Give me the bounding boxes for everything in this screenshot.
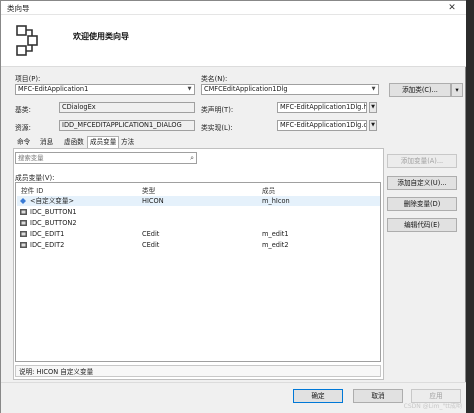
wizard-header: 欢迎使用类向导 xyxy=(1,15,467,67)
base-class-label: 基类: xyxy=(15,106,31,114)
edit-code-button[interactable]: 编辑代码(E) xyxy=(387,218,457,232)
base-class-field: CDialogEx xyxy=(59,102,195,113)
search-placeholder: 搜索变量 xyxy=(18,154,44,162)
chevron-down-icon: ▼ xyxy=(371,86,376,92)
tab-commands[interactable]: 命令 xyxy=(15,137,32,148)
row-control-id: IDC_EDIT2 xyxy=(30,241,65,249)
base-class-value: CDialogEx xyxy=(62,103,96,111)
add-variable-button[interactable]: 添加变量(A)... xyxy=(387,154,457,168)
dialog-footer: 确定 取消 应用 xyxy=(1,382,467,413)
class-name-combo[interactable]: CMFCEditApplication1Dlg ▼ xyxy=(201,84,379,95)
control-icon xyxy=(20,242,27,248)
description-text: 说明: HICON 自定义变量 xyxy=(19,368,94,376)
row-control-id: <自定义变量> xyxy=(30,197,75,205)
class-decl-label: 类声明(T): xyxy=(201,106,234,114)
control-icon xyxy=(20,220,27,226)
chevron-down-icon: ▼ xyxy=(187,86,192,92)
member-variables-list[interactable]: 控件 ID 类型 成员 <自定义变量> HICON m_hIcon IDC_BU… xyxy=(15,182,381,362)
class-impl-value: MFC-EditApplication1Dlg.c xyxy=(280,121,367,129)
row-member: m_edit2 xyxy=(262,241,289,249)
wizard-heading: 欢迎使用类向导 xyxy=(73,32,129,41)
class-impl-label: 类实现(L): xyxy=(201,124,233,132)
project-label: 项目(P): xyxy=(15,75,41,83)
row-control-id: IDC_BUTTON1 xyxy=(30,208,77,216)
class-decl-value: MFC-EditApplication1Dlg.h xyxy=(280,103,367,111)
tab-virtual-functions[interactable]: 虚函数 xyxy=(62,137,86,148)
project-combo[interactable]: MFC-EditApplication1 ▼ xyxy=(15,84,195,95)
class-decl-dropdown[interactable]: ▼ xyxy=(369,102,377,113)
column-header-type[interactable]: 类型 xyxy=(142,185,155,195)
class-name-label: 类名(N): xyxy=(201,75,228,83)
cancel-button[interactable]: 取消 xyxy=(353,389,403,403)
table-row[interactable]: IDC_EDIT1 CEdit m_edit1 xyxy=(17,229,380,239)
resource-field: IDD_MFCEDITAPPLICATION1_DIALOG xyxy=(59,120,195,131)
desktop-edge xyxy=(466,0,474,413)
row-member: m_hIcon xyxy=(262,197,290,205)
column-header-control-id[interactable]: 控件 ID xyxy=(21,185,43,195)
member-variables-label: 成员变量(V): xyxy=(15,174,55,182)
search-variables-input[interactable]: 搜索变量 ⌕ xyxy=(15,152,197,164)
tab-messages[interactable]: 消息 xyxy=(38,137,55,148)
class-wizard-window: 类向导 ✕ 欢迎使用类向导 项目(P): MFC-EditApplication… xyxy=(0,0,467,413)
control-icon xyxy=(20,231,27,237)
add-class-dropdown-button[interactable]: ▾ xyxy=(451,83,463,97)
project-value: MFC-EditApplication1 xyxy=(18,85,89,93)
table-row[interactable]: IDC_EDIT2 CEdit m_edit2 xyxy=(17,240,380,250)
title-bar: 类向导 ✕ xyxy=(1,1,467,15)
row-type: CEdit xyxy=(142,230,160,238)
class-decl-field[interactable]: MFC-EditApplication1Dlg.h xyxy=(277,102,367,113)
resource-label: 资源: xyxy=(15,124,31,132)
add-custom-button[interactable]: 添加自定义(U)... xyxy=(387,176,457,190)
class-impl-field[interactable]: MFC-EditApplication1Dlg.c xyxy=(277,120,367,131)
table-row[interactable]: IDC_BUTTON2 xyxy=(17,218,380,228)
class-wizard-logo-icon xyxy=(16,25,38,56)
column-header-member[interactable]: 成员 xyxy=(262,185,275,195)
close-icon[interactable]: ✕ xyxy=(437,1,467,15)
class-name-value: CMFCEditApplication1Dlg xyxy=(204,85,288,93)
row-type: HICON xyxy=(142,197,164,205)
variable-icon xyxy=(20,198,26,204)
table-row[interactable]: <自定义变量> HICON m_hIcon xyxy=(17,196,380,206)
resource-value: IDD_MFCEDITAPPLICATION1_DIALOG xyxy=(62,121,182,129)
control-icon xyxy=(20,209,27,215)
ok-button[interactable]: 确定 xyxy=(293,389,343,403)
table-row[interactable]: IDC_BUTTON1 xyxy=(17,207,380,217)
add-class-button[interactable]: 添加类(C)... xyxy=(389,83,451,97)
tab-member-variables[interactable]: 成员变量 xyxy=(87,136,120,148)
row-control-id: IDC_BUTTON2 xyxy=(30,219,77,227)
row-type: CEdit xyxy=(142,241,160,249)
watermark: CSDN @Lim_"tt成哟 xyxy=(403,403,462,410)
class-impl-dropdown[interactable]: ▼ xyxy=(369,120,377,131)
delete-variable-button[interactable]: 删除变量(D) xyxy=(387,197,457,211)
row-member: m_edit1 xyxy=(262,230,289,238)
tab-methods[interactable]: 方法 xyxy=(119,137,136,148)
row-control-id: IDC_EDIT1 xyxy=(30,230,65,238)
window-title: 类向导 xyxy=(7,4,30,13)
description-bar: 说明: HICON 自定义变量 xyxy=(15,365,381,377)
search-icon[interactable]: ⌕ xyxy=(190,153,194,163)
